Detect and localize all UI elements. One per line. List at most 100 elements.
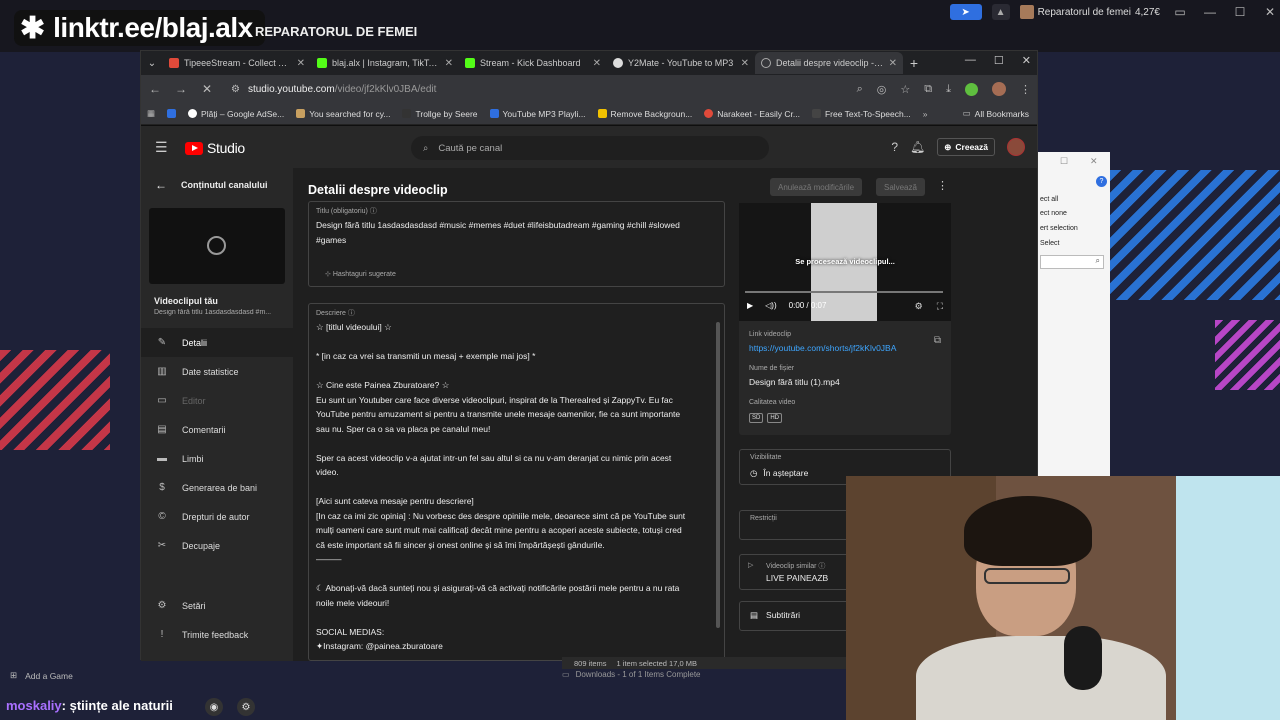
tab-y2mate[interactable]: Y2Mate - YouTube to MP3 ✕	[607, 52, 755, 74]
invert-selection-item[interactable]: ert selection	[1040, 225, 1078, 232]
maximize-icon[interactable]: ☐	[1230, 5, 1250, 19]
close-icon[interactable]: ✕	[1022, 54, 1031, 67]
select-none-item[interactable]: ect none	[1040, 210, 1067, 217]
title-field[interactable]: Titlu (obligatoriu) ⓘ Design fără titlu …	[308, 201, 725, 287]
editor-icon: ▭	[157, 395, 167, 406]
bookmark-item[interactable]: Free Text-To-Speech...	[811, 109, 911, 119]
bookmark-item[interactable]: You searched for cy...	[296, 109, 390, 119]
video-link[interactable]: https://youtube.com/shorts/jf2kKlv0JBA	[749, 343, 896, 353]
clock-icon: ◷	[750, 468, 758, 478]
undo-changes-button[interactable]: Anulează modificările	[770, 178, 863, 196]
stop-loading-icon[interactable]: ✕	[199, 82, 215, 96]
sidebar-item-comments[interactable]: ▤ Comentarii	[141, 415, 293, 444]
url-input[interactable]: ⚙ studio.youtube.com /video/jf2kKlv0JBA/…	[225, 78, 847, 100]
progress-bar[interactable]	[745, 291, 943, 293]
more-bookmarks-icon[interactable]: »	[923, 109, 928, 119]
minimize-icon[interactable]: —	[1200, 5, 1220, 19]
fullscreen-icon[interactable]: ⛶	[937, 301, 943, 312]
more-options-icon[interactable]: ⋮	[937, 179, 948, 192]
play-icon[interactable]: ▶	[747, 301, 753, 310]
close-icon[interactable]: ✕	[1090, 156, 1098, 167]
suggested-hashtags[interactable]: ⊹ Hashtaguri sugerate	[325, 270, 396, 278]
all-bookmarks[interactable]: ▭ All Bookmarks	[963, 108, 1029, 119]
back-arrow-icon[interactable]: ←	[147, 82, 163, 96]
add-game-button[interactable]: ⊞ Add a Game	[10, 670, 73, 681]
tab-kick[interactable]: Stream - Kick Dashboard ✕	[459, 52, 607, 74]
site-info-icon[interactable]: ⚙	[231, 84, 240, 95]
browser-window-controls: — ☐ ✕	[965, 54, 1031, 67]
volume-icon[interactable]: ◁))	[765, 301, 776, 310]
maximize-icon[interactable]: ☐	[994, 54, 1004, 67]
scrollbar[interactable]	[716, 322, 720, 628]
notifications-bell-icon[interactable]: 🔔︎	[910, 140, 925, 154]
close-tab-icon[interactable]: ✕	[593, 58, 601, 69]
description-field[interactable]: Descriere ⓘ ☆ [titlul videoului] ☆ * [in…	[308, 303, 725, 661]
video-thumbnail[interactable]	[149, 208, 285, 284]
video-link-label: Link videoclip	[749, 331, 792, 338]
copyright-icon: ©	[158, 511, 166, 522]
bell-icon[interactable]: ▲	[991, 4, 1010, 20]
channel-avatar[interactable]	[1007, 138, 1025, 156]
header-actions: ? 🔔︎ ⊕ Creează	[891, 138, 1025, 156]
hide-icon[interactable]: ◎	[877, 83, 887, 96]
close-tab-icon[interactable]: ✕	[889, 58, 897, 69]
studio-logo[interactable]: Studio	[185, 140, 245, 156]
obs-icon[interactable]: ◉	[205, 698, 223, 716]
apps-grid-icon[interactable]: ▦	[147, 108, 155, 119]
bookmark-item[interactable]: Remove Backgroun...	[597, 108, 693, 119]
tab-youtube-studio[interactable]: Detalii despre videoclip - Yo ✕	[755, 52, 903, 74]
minimize-icon[interactable]: —	[965, 54, 976, 67]
explorer-search-input[interactable]: ⌕	[1040, 255, 1104, 269]
bookmark-item[interactable]	[167, 109, 177, 118]
account-chip[interactable]: Reparatorul de femei 4,27€	[1019, 5, 1160, 19]
bookmark-item[interactable]: Plăți – Google AdSe...	[188, 109, 284, 119]
sidebar-item-analytics[interactable]: ▥ Date statistice	[141, 357, 293, 386]
create-button[interactable]: ⊕ Creează	[937, 138, 995, 156]
description-input[interactable]: ☆ [titlul videoului] ☆ * [in caz ca vrei…	[316, 320, 714, 654]
help-icon[interactable]: ?	[891, 140, 898, 154]
sidebar-item-clips[interactable]: ✂ Decupaje	[141, 531, 293, 560]
download-icon[interactable]: ⤓	[946, 83, 951, 96]
forward-arrow-icon[interactable]: →	[173, 82, 189, 96]
settings-gear-icon[interactable]: ⚙	[915, 301, 923, 312]
steam-icon[interactable]: ⚙	[237, 698, 255, 716]
menu-icon[interactable]: ⋮	[1020, 83, 1031, 96]
sidebar-item-feedback[interactable]: ! Trimite feedback	[141, 620, 293, 649]
tab-linktree[interactable]: blaj.alx | Instagram, TikTok | ✕	[311, 52, 459, 74]
new-tab-icon[interactable]: +	[903, 55, 925, 71]
sidebar-item-monetization[interactable]: $ Generarea de bani	[141, 473, 293, 502]
video-player[interactable]: Se procesează videoclipul... ▶ ◁)) 0:00 …	[739, 203, 951, 321]
sidebar-item-languages[interactable]: ▬ Limbi	[141, 444, 293, 473]
tab-search-icon[interactable]: ⌄	[141, 58, 163, 69]
sidebar-item-copyright[interactable]: © Drepturi de autor	[141, 502, 293, 531]
select-all-item[interactable]: ect all	[1040, 196, 1058, 203]
title-input[interactable]: Design fără titlu 1asdasdasdasd #music #…	[316, 218, 716, 247]
hamburger-menu-icon[interactable]: ☰	[155, 139, 168, 156]
bookmark-item[interactable]: Trollge by Seere	[402, 109, 478, 119]
sidebar-item-settings[interactable]: ⚙ Setări	[141, 591, 293, 620]
video-preview-card: Se procesează videoclipul... ▶ ◁)) 0:00 …	[739, 203, 951, 435]
profile-avatar[interactable]	[992, 82, 1006, 96]
zoom-icon[interactable]: ⌕	[857, 83, 863, 96]
window-mode-icon[interactable]: ▭	[1170, 5, 1190, 19]
bookmark-item[interactable]: Narakeet - Easily Cr...	[704, 109, 800, 119]
extension-icon[interactable]	[965, 82, 978, 96]
tab-tipeeestream[interactable]: TipeeeStream - Collect Tips ✕	[163, 52, 311, 74]
sidebar-item-details[interactable]: ✎ Detalii	[141, 328, 293, 357]
extensions-icon[interactable]: ⧉	[924, 83, 932, 96]
help-icon[interactable]: ?	[1096, 176, 1107, 187]
downloads-status[interactable]: ▭ Downloads - 1 of 1 Items Complete	[562, 670, 701, 679]
close-tab-icon[interactable]: ✕	[297, 58, 305, 69]
close-tab-icon[interactable]: ✕	[741, 58, 749, 69]
bookmark-star-icon[interactable]: ☆	[900, 83, 910, 96]
maximize-icon[interactable]: ☐	[1060, 156, 1068, 167]
channel-search-input[interactable]: ⌕ Caută pe canal	[411, 136, 769, 160]
copy-icon[interactable]: ⧉	[934, 335, 941, 346]
bookmark-item[interactable]: YouTube MP3 Playli...	[489, 109, 586, 119]
save-button[interactable]: Salvează	[876, 178, 925, 196]
back-to-content[interactable]: ← Conținutul canalului	[155, 178, 268, 192]
send-icon[interactable]: ➤	[949, 4, 982, 20]
close-tab-icon[interactable]: ✕	[445, 58, 453, 69]
bookmark-label: Remove Backgroun...	[610, 108, 693, 119]
close-icon[interactable]: ✕	[1260, 5, 1280, 19]
